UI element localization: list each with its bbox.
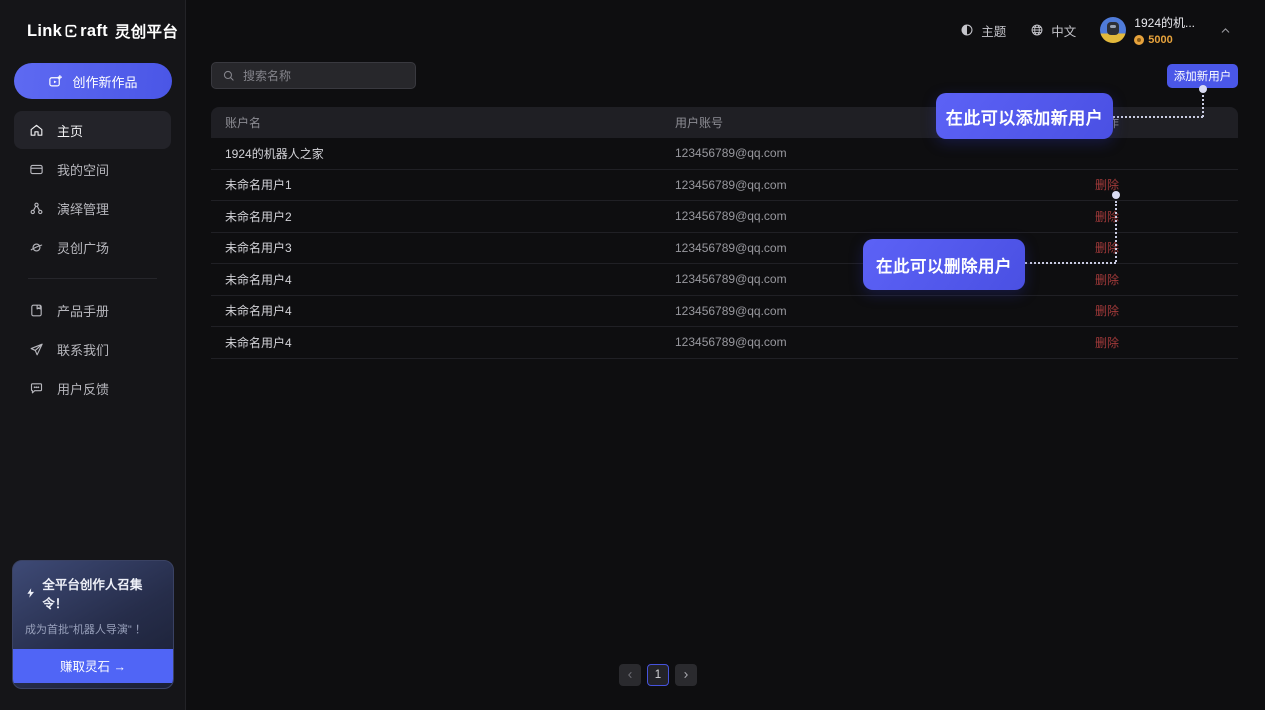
planet-icon	[29, 240, 44, 255]
sidebar-item-label: 我的空间	[57, 160, 109, 179]
cell-username: 未命名用户4	[211, 302, 675, 319]
sidebar-item-home[interactable]: 主页	[14, 111, 171, 149]
cell-username: 未命名用户2	[211, 208, 675, 225]
table-row: 未命名用户4 123456789@qq.com 删除	[211, 296, 1238, 328]
manual-icon	[29, 303, 44, 318]
chevron-right-icon	[681, 670, 691, 680]
brand-logo: Link raft 灵创平台	[0, 0, 185, 42]
lightning-icon	[25, 587, 36, 599]
cell-account: 123456789@qq.com	[675, 304, 1095, 318]
table-row: 未命名用户3 123456789@qq.com 删除	[211, 233, 1238, 265]
sidebar-item-label: 主页	[57, 121, 83, 140]
cell-account: 123456789@qq.com	[675, 146, 1095, 160]
theme-label: 主题	[981, 21, 1006, 40]
delete-tooltip-connector-horizontal	[1025, 262, 1116, 264]
brand-logo-part1: Link	[27, 22, 62, 41]
cell-account: 123456789@qq.com	[675, 209, 1095, 223]
home-icon	[29, 123, 44, 138]
add-tooltip-connector-horizontal	[1113, 116, 1203, 118]
cell-username: 未命名用户3	[211, 239, 675, 256]
create-work-label: 创作新作品	[72, 72, 137, 91]
table-row: 未命名用户1 123456789@qq.com 删除	[211, 170, 1238, 202]
sidebar: Link raft 灵创平台 创作新作品	[0, 0, 186, 710]
sidebar-item-feedback[interactable]: 用户反馈	[14, 369, 171, 407]
coin-icon	[1134, 35, 1144, 45]
sidebar-item-performance-mgmt[interactable]: 演绎管理	[14, 189, 171, 227]
feedback-icon	[29, 381, 44, 396]
sidebar-item-product-manual[interactable]: 产品手册	[14, 291, 171, 329]
sidebar-item-label: 用户反馈	[57, 379, 109, 398]
search-icon	[222, 69, 235, 82]
chevron-up-icon	[1219, 24, 1232, 37]
cell-username: 未命名用户4	[211, 271, 675, 288]
main-area: 主题 中文 1924的机... 5000	[186, 0, 1265, 710]
table-row: 未命名用户4 123456789@qq.com 删除	[211, 264, 1238, 296]
cell-username: 1924的机器人之家	[211, 145, 675, 162]
delete-user-link[interactable]: 删除	[1095, 304, 1119, 318]
delete-tooltip-anchor-dot	[1112, 191, 1120, 199]
add-tooltip-connector-vertical	[1202, 95, 1204, 117]
username: 1924的机...	[1134, 14, 1195, 31]
nodes-icon	[29, 201, 44, 216]
sidebar-item-contact-us[interactable]: 联系我们	[14, 330, 171, 368]
delete-user-link[interactable]: 删除	[1095, 336, 1119, 350]
pagination: 1	[619, 664, 697, 686]
theme-icon	[960, 23, 974, 37]
promo-card: 全平台创作人召集令！ 成为首批"机器人导演" ！ 赚取灵石 →	[12, 560, 174, 690]
cell-account: 123456789@qq.com	[675, 178, 1095, 192]
add-tooltip-anchor-dot	[1199, 85, 1207, 93]
earn-stones-button[interactable]: 赚取灵石 →	[13, 649, 173, 683]
folder-icon	[29, 162, 44, 177]
avatar[interactable]	[1100, 17, 1126, 43]
sidebar-item-label: 联系我们	[57, 340, 109, 359]
sidebar-item-label: 产品手册	[57, 301, 109, 320]
table-row: 未命名用户2 123456789@qq.com 删除	[211, 201, 1238, 233]
brand-logo-part2: raft	[80, 22, 108, 41]
coin-balance: 5000	[1134, 34, 1195, 46]
brand-logo-cn: 灵创平台	[115, 20, 178, 42]
search-input[interactable]	[243, 69, 403, 83]
sidebar-item-plaza[interactable]: 灵创广场	[14, 228, 171, 266]
sidebar-nav: 主页 我的空间 演绎管理 灵	[14, 111, 171, 407]
cell-username: 未命名用户4	[211, 334, 675, 351]
delete-user-tooltip: 在此可以删除用户	[863, 239, 1025, 290]
chevron-left-icon	[625, 670, 635, 680]
promo-title-row: 全平台创作人召集令！	[25, 574, 161, 612]
next-page-button[interactable]	[675, 664, 697, 686]
video-plus-icon	[48, 74, 63, 89]
promo-subtitle: 成为首批"机器人导演" ！	[25, 621, 161, 637]
cell-account: 123456789@qq.com	[675, 335, 1095, 349]
globe-icon	[1030, 23, 1044, 37]
promo-title: 全平台创作人召集令！	[42, 574, 161, 612]
add-user-tooltip: 在此可以添加新用户	[936, 93, 1113, 139]
send-icon	[29, 342, 44, 357]
column-header-name: 账户名	[211, 114, 675, 131]
cell-username: 未命名用户1	[211, 176, 675, 193]
language-switcher[interactable]: 中文	[1030, 21, 1076, 40]
app-root: Link raft 灵创平台 创作新作品	[0, 0, 1265, 710]
coin-count: 5000	[1148, 34, 1172, 46]
topbar: 主题 中文 1924的机... 5000	[936, 0, 1265, 60]
current-page-button[interactable]: 1	[647, 664, 669, 686]
language-label: 中文	[1051, 21, 1076, 40]
create-work-button[interactable]: 创作新作品	[14, 63, 172, 99]
users-table: 账户名 用户账号 操作 1924的机器人之家 123456789@qq.com …	[211, 107, 1238, 359]
sidebar-item-label: 灵创广场	[57, 238, 109, 257]
sidebar-item-label: 演绎管理	[57, 199, 109, 218]
theme-toggle[interactable]: 主题	[960, 21, 1006, 40]
table-row: 未命名用户4 123456789@qq.com 删除	[211, 327, 1238, 359]
prev-page-button[interactable]	[619, 664, 641, 686]
user-block[interactable]: 1924的机... 5000	[1134, 14, 1195, 46]
delete-user-link[interactable]: 删除	[1095, 273, 1119, 287]
table-row: 1924的机器人之家 123456789@qq.com	[211, 138, 1238, 170]
collapse-user-menu-button[interactable]	[1217, 22, 1234, 39]
sidebar-divider	[28, 278, 157, 279]
search-box	[211, 62, 416, 89]
sidebar-item-my-space[interactable]: 我的空间	[14, 150, 171, 188]
brand-c-icon	[63, 23, 79, 39]
delete-tooltip-connector-vertical	[1115, 201, 1117, 262]
